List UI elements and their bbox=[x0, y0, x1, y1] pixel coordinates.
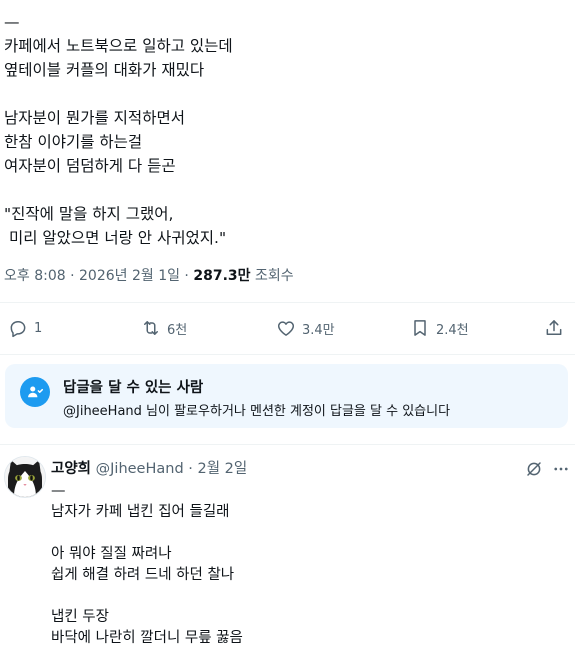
reply-restriction-title: 답글을 달 수 있는 사람 bbox=[63, 380, 204, 396]
reply-line: 남자가 카페 냅킨 집어 들길래 bbox=[51, 504, 230, 520]
views-count: 287.3만 bbox=[193, 268, 251, 284]
reply-line: 바닥에 나란히 깔더니 무릎 꿇음 bbox=[51, 630, 243, 646]
cat-avatar-image bbox=[5, 457, 45, 497]
post-line-gap bbox=[4, 178, 564, 202]
reply-line: 쉽게 해결 하려 드네 하던 찰나 bbox=[51, 567, 235, 583]
bookmark-count: 2.4천 bbox=[436, 322, 469, 338]
like-count: 3.4만 bbox=[302, 322, 335, 338]
share-button[interactable] bbox=[544, 312, 564, 344]
reply-restriction-description: @JiheeHand 님이 팔로우하거나 멘션한 계정이 답글을 달 수 있습니… bbox=[63, 404, 451, 419]
reply-line: 아 뭐야 질질 짜려나 bbox=[51, 546, 172, 562]
post-line: 한참 이야기를 하는걸 bbox=[4, 133, 143, 151]
heart-icon bbox=[277, 321, 295, 336]
reply-author-handle[interactable]: @JiheeHand bbox=[96, 461, 184, 477]
post-action-bar: 1 6천 3.4만 2.4천 bbox=[0, 312, 575, 344]
post-line-gap bbox=[4, 82, 564, 106]
reply-button[interactable]: 1 bbox=[8, 312, 42, 344]
repost-button[interactable]: 6천 bbox=[141, 312, 187, 344]
repost-count: 6천 bbox=[167, 322, 188, 338]
bookmark-icon bbox=[414, 320, 426, 336]
reply-date[interactable]: 2월 2일 bbox=[198, 461, 248, 477]
repost-icon bbox=[144, 321, 158, 335]
divider bbox=[0, 302, 575, 303]
reply-count: 1 bbox=[34, 320, 43, 336]
grok-icon[interactable] bbox=[525, 460, 543, 478]
share-icon bbox=[546, 320, 562, 335]
post-meta: 오후 8:08 · 2026년 2월 1일 · 287.3만 조회수 bbox=[4, 265, 294, 285]
reply-line-gap bbox=[51, 586, 551, 607]
like-button[interactable]: 3.4만 bbox=[276, 312, 335, 344]
reply-header: 고양희 @JiheeHand · 2월 2일 bbox=[51, 457, 247, 478]
avatar[interactable] bbox=[4, 456, 46, 498]
reply-line: 냅킨 두장 bbox=[51, 609, 109, 625]
post-line: — bbox=[4, 13, 20, 31]
more-options-icon[interactable] bbox=[552, 460, 570, 478]
meta-separator: · bbox=[179, 268, 194, 284]
reply-header-separator: · bbox=[183, 461, 198, 477]
post-text: — 카페에서 노트북으로 일하고 있는데 옆테이블 커플의 대화가 재밌다 남자… bbox=[4, 10, 564, 250]
reply-line-gap bbox=[51, 523, 551, 544]
post-line: 옆테이블 커플의 대화가 재밌다 bbox=[4, 61, 205, 79]
people-icon bbox=[20, 377, 50, 407]
reply-icon bbox=[10, 321, 26, 338]
reply-author-name[interactable]: 고양희 bbox=[51, 461, 91, 477]
post-line: 미리 알았으면 너랑 안 사귀었지." bbox=[4, 229, 227, 247]
post-timestamp[interactable]: 오후 8:08 · 2026년 2월 1일 bbox=[4, 268, 180, 284]
reply-line: — bbox=[51, 483, 66, 499]
reply-restriction-notice: 답글을 달 수 있는 사람 @JiheeHand 님이 팔로우하거나 멘션한 계… bbox=[5, 364, 568, 428]
views-label: 조회수 bbox=[250, 268, 294, 284]
reply-text: — 남자가 카페 냅킨 집어 들길래 아 뭐야 질질 짜려나 쉽게 해결 하려 … bbox=[51, 481, 551, 649]
reply-post[interactable]: 고양희 @JiheeHand · 2월 2일 — 남자가 카페 냅킨 집어 들길… bbox=[0, 444, 575, 646]
post-line: "진작에 말을 하지 그랬어, bbox=[4, 205, 174, 223]
post-line: 남자분이 뭔가를 지적하면서 bbox=[4, 109, 185, 127]
post-line: 여자분이 덤덤하게 다 듣곤 bbox=[4, 157, 176, 175]
post-line: 카페에서 노트북으로 일하고 있는데 bbox=[4, 37, 233, 55]
bookmark-button[interactable]: 2.4천 bbox=[410, 312, 469, 344]
divider bbox=[0, 354, 575, 355]
